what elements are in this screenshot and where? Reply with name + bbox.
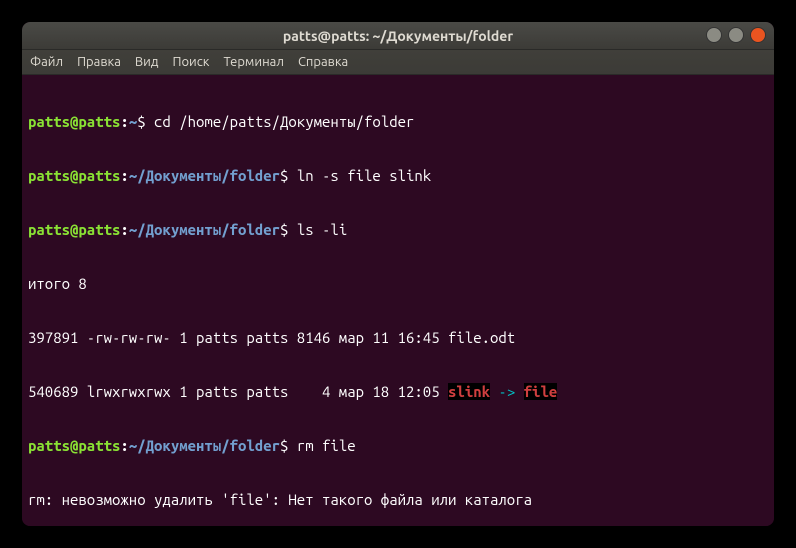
symlink-arrow: ->	[490, 383, 524, 400]
terminal-line: patts@patts:~$ cd /home/patts/Документы/…	[28, 113, 768, 131]
prompt-colon: :	[120, 113, 128, 130]
terminal-line: 397891 -rw-rw-rw- 1 patts patts 8146 мар…	[28, 329, 768, 347]
minimize-button[interactable]	[706, 27, 722, 43]
prompt-user: patts@patts	[28, 437, 120, 454]
terminal-line: patts@patts:~/Документы/folder$ ls -li	[28, 221, 768, 239]
window-title: patts@patts: ~/Документы/folder	[283, 28, 513, 44]
output-text: итого 8	[28, 275, 87, 292]
prompt-dollar: $	[137, 113, 154, 130]
symlink-target: file	[524, 383, 558, 400]
prompt-path: ~/Документы/folder	[129, 437, 280, 454]
prompt-path: ~/Документы/folder	[129, 167, 280, 184]
prompt-dollar: $	[280, 221, 297, 238]
command-text: rm file	[297, 437, 356, 454]
menubar: Файл Правка Вид Поиск Терминал Справка	[22, 50, 774, 75]
menu-help[interactable]: Справка	[298, 55, 348, 69]
menu-edit[interactable]: Правка	[77, 55, 121, 69]
close-button[interactable]	[750, 27, 766, 43]
prompt-path: ~	[129, 113, 137, 130]
titlebar: patts@patts: ~/Документы/folder	[22, 22, 774, 50]
terminal-line: patts@patts:~/Документы/folder$ ln -s fi…	[28, 167, 768, 185]
command-text: ln -s file slink	[297, 167, 431, 184]
window-controls	[706, 27, 766, 43]
prompt-dollar: $	[280, 437, 297, 454]
output-text: 540689 lrwxrwxrwx 1 patts patts 4 мар 18…	[28, 383, 448, 400]
menu-view[interactable]: Вид	[135, 55, 159, 69]
terminal-line: rm: невозможно удалить 'file': Нет таког…	[28, 491, 768, 509]
prompt-user: patts@patts	[28, 167, 120, 184]
terminal-window: patts@patts: ~/Документы/folder Файл Пра…	[22, 22, 774, 526]
output-text: 397891 -rw-rw-rw- 1 patts patts 8146 мар…	[28, 329, 515, 346]
terminal-line: 540689 lrwxrwxrwx 1 patts patts 4 мар 18…	[28, 383, 768, 401]
symlink-name: slink	[448, 383, 490, 400]
terminal-line: patts@patts:~/Документы/folder$ rm file	[28, 437, 768, 455]
menu-file[interactable]: Файл	[30, 55, 63, 69]
terminal-line: итого 8	[28, 275, 768, 293]
command-text: ls -li	[297, 221, 347, 238]
menu-terminal[interactable]: Терминал	[223, 55, 283, 69]
prompt-colon: :	[120, 437, 128, 454]
command-text: cd /home/patts/Документы/folder	[154, 113, 414, 130]
prompt-path: ~/Документы/folder	[129, 221, 280, 238]
maximize-button[interactable]	[728, 27, 744, 43]
prompt-colon: :	[120, 167, 128, 184]
menu-search[interactable]: Поиск	[172, 55, 209, 69]
terminal-body[interactable]: patts@patts:~$ cd /home/patts/Документы/…	[22, 75, 774, 526]
prompt-user: patts@patts	[28, 113, 120, 130]
prompt-colon: :	[120, 221, 128, 238]
output-text: rm: невозможно удалить 'file': Нет таког…	[28, 491, 532, 508]
prompt-dollar: $	[280, 167, 297, 184]
prompt-user: patts@patts	[28, 221, 120, 238]
